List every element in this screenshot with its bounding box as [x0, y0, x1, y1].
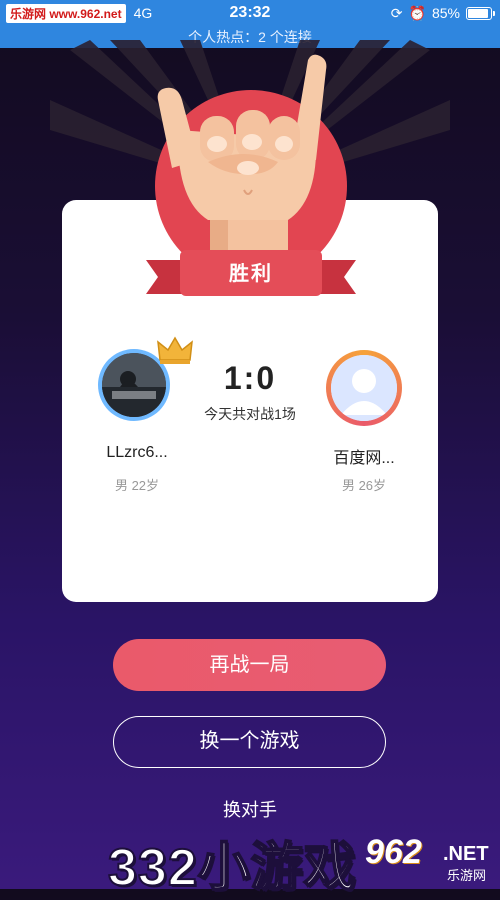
switch-game-button[interactable]: 换一个游戏 [113, 716, 386, 768]
logo-net: .NET [443, 843, 489, 865]
battery-icon [466, 6, 495, 20]
logo-number: 962 [365, 833, 422, 871]
match-score: 1:0 [223, 360, 277, 396]
rotation-lock-icon: ⟳ [390, 4, 403, 21]
crown-icon [157, 336, 193, 364]
player-right-meta: 男 26岁 [341, 478, 387, 493]
logo-subtitle: 乐游网 [447, 868, 487, 883]
player-left-name: LLzrc6... [106, 444, 168, 461]
site-watermark-text: 332小游戏 [107, 838, 357, 898]
player-right-name: 百度网... [333, 450, 395, 467]
rematch-button[interactable]: 再战一局 [113, 639, 386, 691]
player-right-avatar[interactable] [326, 350, 402, 426]
default-user-icon [331, 355, 397, 421]
site-watermark-tag: 乐游网 www.962.net [6, 3, 126, 23]
battery-percent: 85% [431, 5, 460, 21]
battle-count: 今天共对战1场 [204, 406, 296, 422]
victory-label: 胜利 [229, 263, 273, 285]
site-logo: 962 .NET 乐游网 [365, 833, 495, 883]
player-left-meta: 男 22岁 [114, 478, 160, 493]
network-indicator: 4G [133, 5, 153, 21]
alarm-icon: ⏰ [408, 4, 426, 21]
status-bar: 乐游网 www.962.net 4G 23:32 ⟳ ⏰ 85% [0, 0, 500, 26]
switch-opponent-link[interactable]: 换对手 [150, 796, 350, 822]
rock-hand-icon [157, 54, 327, 268]
